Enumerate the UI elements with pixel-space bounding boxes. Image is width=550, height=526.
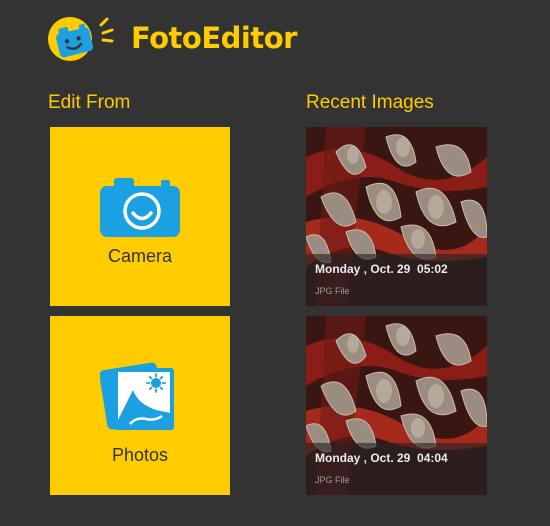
recent-image-2[interactable]: Monday , Oct. 29 04:04 JPG File: [306, 316, 487, 495]
photos-icon: [100, 362, 174, 430]
photos-tile[interactable]: Photos: [50, 316, 230, 495]
app-title: FotoEditor: [131, 21, 297, 55]
camera-tile[interactable]: Camera: [50, 127, 230, 306]
recent-image-caption: Monday , Oct. 29 05:02 JPG File: [306, 254, 487, 306]
recent-image-1[interactable]: Monday , Oct. 29 05:02 JPG File: [306, 127, 487, 306]
edit-from-heading: Edit From: [48, 92, 131, 113]
camera-label: Camera: [107, 246, 173, 266]
recent-image-type: JPG File: [315, 475, 350, 485]
recent-image-caption: Monday , Oct. 29 04:04 JPG File: [306, 443, 487, 495]
camera-icon: [100, 178, 180, 237]
app-logo-icon: [48, 17, 114, 61]
recent-image-type: JPG File: [315, 286, 350, 296]
recent-image-date: Monday , Oct. 29 04:04: [315, 451, 448, 465]
recent-images-heading: Recent Images: [306, 92, 434, 113]
photos-label: Photos: [111, 445, 169, 465]
recent-image-date: Monday , Oct. 29 05:02: [315, 262, 448, 276]
